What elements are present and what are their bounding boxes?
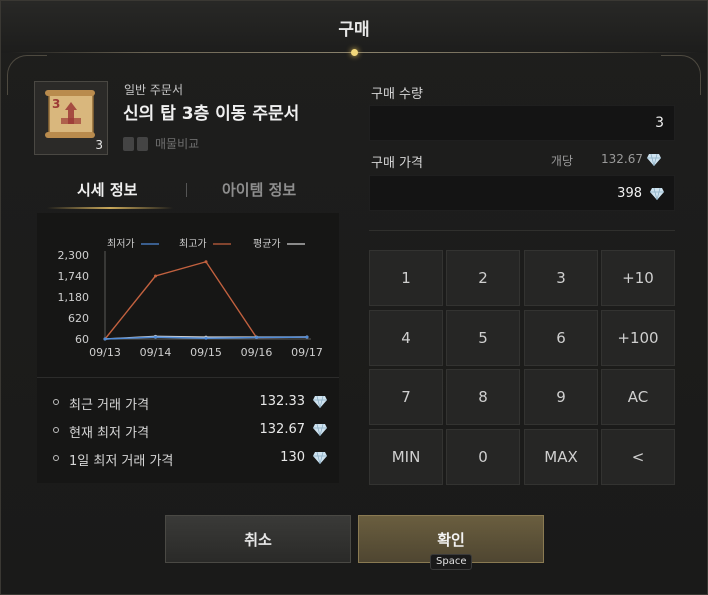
stat-value: 132.67 bbox=[259, 422, 306, 437]
key-backspace[interactable]: < bbox=[601, 429, 675, 485]
series-point bbox=[154, 335, 157, 339]
diamond-icon bbox=[647, 154, 661, 166]
y-tick-label: 620 bbox=[68, 312, 89, 325]
series-point bbox=[103, 337, 107, 341]
compare-icon-2 bbox=[137, 136, 148, 151]
bullet-icon bbox=[53, 427, 59, 433]
item-icon[interactable]: 3 3 bbox=[34, 81, 108, 155]
key-1[interactable]: 1 bbox=[369, 250, 443, 306]
key-2[interactable]: 2 bbox=[446, 250, 520, 306]
series-point bbox=[204, 260, 208, 264]
item-category: 일반 주문서 bbox=[124, 83, 184, 97]
compare-label: 매물비교 bbox=[155, 137, 200, 151]
active-tab-indicator bbox=[47, 207, 173, 209]
item-stack-count: 3 bbox=[95, 138, 103, 152]
series-point bbox=[154, 274, 157, 278]
y-tick-label: 2,300 bbox=[58, 249, 90, 262]
price-label: 구매 가격 bbox=[371, 156, 423, 171]
tab-market-info[interactable]: 시세 정보 bbox=[77, 179, 137, 200]
diamond-icon bbox=[313, 452, 327, 464]
stat-value: 130 bbox=[280, 450, 305, 465]
key-plus-100[interactable]: +100 bbox=[601, 310, 675, 366]
stat-label: 최근 거래 가격 bbox=[69, 398, 150, 413]
legend-label: 평균가 bbox=[253, 238, 281, 250]
dialog-title: 구매 bbox=[338, 20, 370, 40]
price-stats: 최근 거래 가격 132.33 현재 최저 가격 132.67 1일 최저 거래… bbox=[51, 391, 329, 475]
compare-icon bbox=[123, 136, 134, 151]
tab-item-info[interactable]: 아이템 정보 bbox=[222, 179, 296, 200]
key-min[interactable]: MIN bbox=[369, 429, 443, 485]
dialog-header: 구매 bbox=[1, 1, 707, 56]
key-6[interactable]: 6 bbox=[524, 310, 598, 366]
stat-row: 최근 거래 가격 132.33 bbox=[51, 391, 329, 419]
confirm-shortcut-hint: Space bbox=[430, 554, 473, 570]
cancel-button[interactable]: 취소 bbox=[165, 515, 351, 563]
legend-label: 최저가 bbox=[107, 238, 135, 250]
quantity-value: 3 bbox=[655, 115, 664, 131]
key-4[interactable]: 4 bbox=[369, 310, 443, 366]
price-chart-panel: 2,300 1,740 1,180 620 60 09/13 09/14 09/15 09/16… bbox=[37, 213, 339, 483]
y-tick-label: 1,180 bbox=[58, 291, 90, 304]
x-tick-label: 09/14 bbox=[140, 346, 172, 359]
bullet-icon bbox=[53, 455, 59, 461]
stats-divider bbox=[37, 377, 339, 378]
diamond-icon bbox=[313, 396, 327, 408]
header-ornament bbox=[351, 49, 358, 56]
bullet-icon bbox=[53, 399, 59, 405]
series-point bbox=[305, 335, 309, 339]
frame-corner-right bbox=[661, 55, 701, 95]
quantity-label: 구매 수량 bbox=[371, 87, 423, 102]
x-tick-label: 09/15 bbox=[190, 346, 222, 359]
stat-label: 현재 최저 가격 bbox=[69, 426, 150, 441]
key-5[interactable]: 5 bbox=[446, 310, 520, 366]
diamond-icon bbox=[650, 188, 664, 200]
unit-price-value: 132.67 bbox=[601, 152, 643, 166]
x-tick-label: 09/13 bbox=[89, 346, 121, 359]
series-line bbox=[104, 260, 308, 340]
stat-label: 1일 최저 거래 가격 bbox=[69, 454, 174, 469]
key-clear[interactable]: AC bbox=[601, 369, 675, 425]
key-max[interactable]: MAX bbox=[524, 429, 598, 485]
price-chart: 2,300 1,740 1,180 620 6009/13 09/14 09/15 09/16… bbox=[58, 238, 323, 359]
diamond-icon bbox=[313, 424, 327, 436]
stat-value: 132.33 bbox=[259, 394, 306, 409]
quantity-field[interactable]: 3 bbox=[369, 105, 675, 141]
stat-row: 1일 최저 거래 가격 130 bbox=[51, 447, 329, 475]
scroll-icon: 3 bbox=[45, 90, 95, 138]
key-plus-10[interactable]: +10 bbox=[601, 250, 675, 306]
y-tick-label: 1,740 bbox=[58, 270, 90, 283]
tab-separator bbox=[186, 183, 187, 197]
key-7[interactable]: 7 bbox=[369, 369, 443, 425]
total-price-value: 398 bbox=[617, 186, 642, 201]
key-3[interactable]: 3 bbox=[524, 250, 598, 306]
stat-row: 현재 최저 가격 132.67 bbox=[51, 419, 329, 447]
total-price-field: 398 bbox=[369, 175, 675, 211]
compare-link[interactable]: 매물비교 bbox=[123, 135, 199, 152]
key-9[interactable]: 9 bbox=[524, 369, 598, 425]
unit-price-label: 개당 bbox=[550, 154, 573, 168]
legend-label: 최고가 bbox=[179, 238, 207, 250]
key-0[interactable]: 0 bbox=[446, 429, 520, 485]
x-tick-label: 09/17 bbox=[291, 346, 323, 359]
scroll-icon-label: 3 bbox=[52, 97, 60, 111]
numeric-keypad: 1 2 3 +10 4 5 6 +100 7 8 9 AC MIN 0 MAX … bbox=[369, 250, 675, 485]
purchase-dialog: 구매 3 3 일반 주문서 신의 탑 3층 이동 주문서 매물비교 시세 정보 … bbox=[0, 0, 708, 595]
keypad-divider bbox=[369, 230, 675, 231]
key-8[interactable]: 8 bbox=[446, 369, 520, 425]
series-point bbox=[204, 336, 208, 340]
series-point bbox=[255, 336, 258, 339]
y-tick-label: 60 bbox=[75, 333, 89, 346]
item-name: 신의 탑 3층 이동 주문서 bbox=[123, 104, 300, 124]
x-tick-label: 09/16 bbox=[241, 346, 273, 359]
